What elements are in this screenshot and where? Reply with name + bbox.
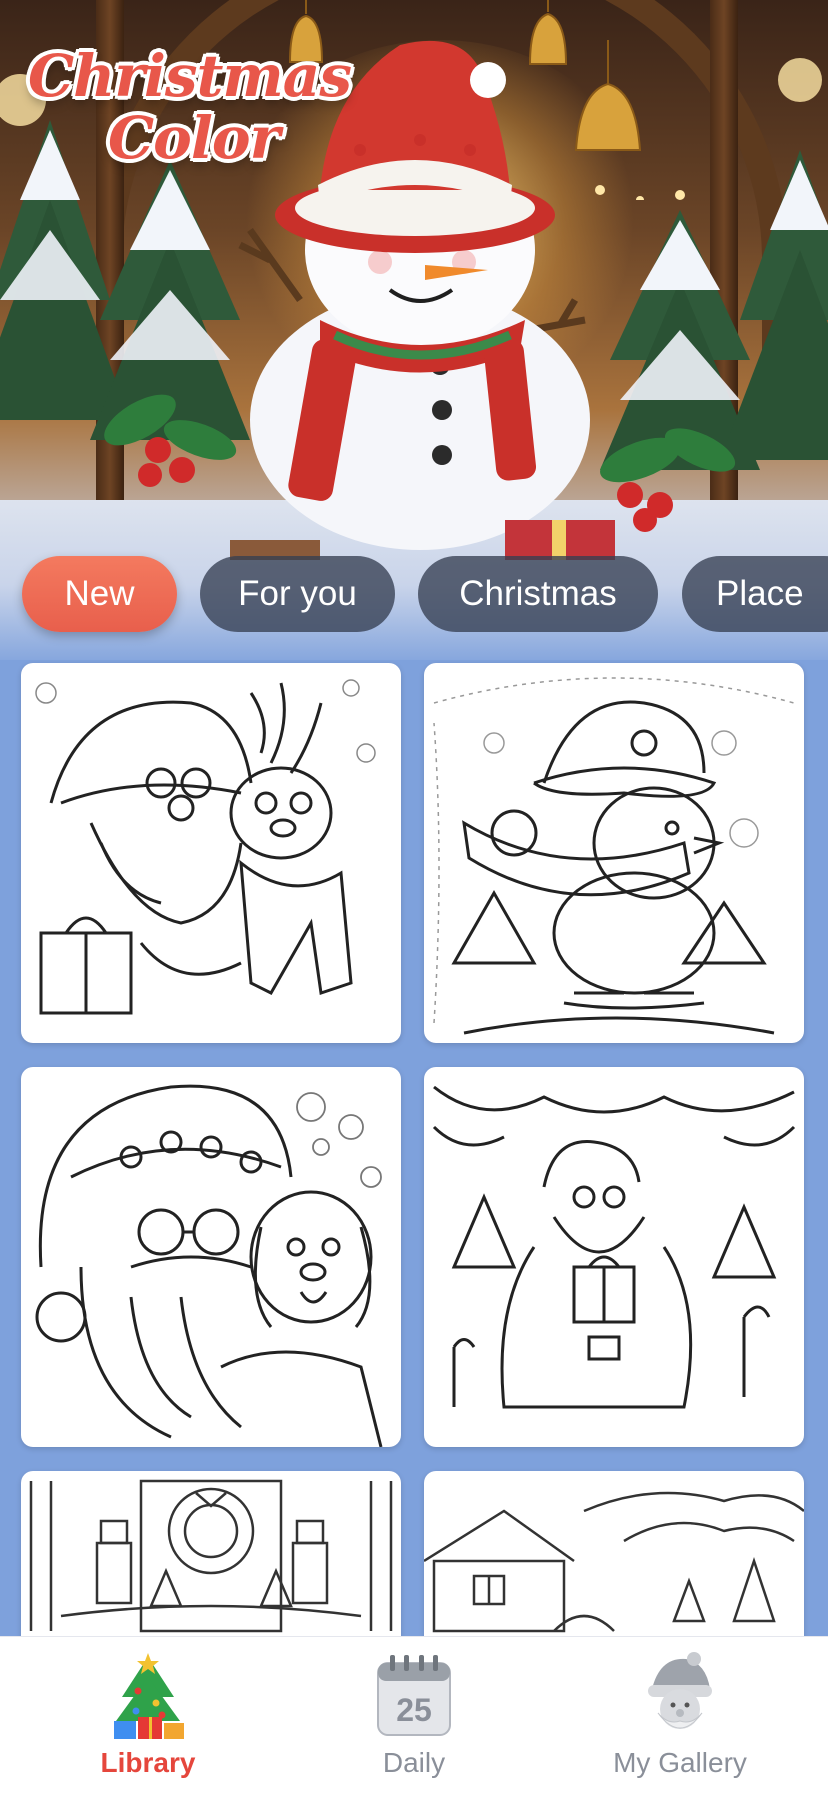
logo-text-line2: Color	[108, 104, 280, 172]
penguin-line-art	[433, 677, 795, 1035]
coloring-card-santa-puppy[interactable]	[21, 1067, 401, 1447]
app-logo: Christmas Color	[28, 42, 352, 182]
tab-new[interactable]: New	[22, 556, 177, 632]
coloring-card-snowy-cabin[interactable]	[424, 1471, 804, 1636]
nutcrackers-line-art	[29, 1479, 393, 1633]
coloring-page-grid	[0, 660, 828, 1636]
snowy-cabin-line-art	[424, 1491, 804, 1633]
nav-daily[interactable]: 25 Daily	[276, 1637, 552, 1796]
coloring-card-penguin[interactable]	[424, 663, 804, 1043]
nav-library[interactable]: Library	[10, 1637, 286, 1796]
santa-icon	[648, 1652, 712, 1729]
christmas-tree-icon	[114, 1653, 184, 1739]
tab-christmas[interactable]: Christmas	[418, 556, 658, 632]
coloring-card-santa-gift[interactable]	[424, 1067, 804, 1447]
tab-label: For you	[238, 574, 357, 613]
nav-my-gallery[interactable]: My Gallery	[542, 1637, 818, 1796]
tab-label: Christmas	[459, 574, 617, 613]
coloring-card-nutcrackers[interactable]	[21, 1471, 401, 1636]
nav-label: My Gallery	[613, 1747, 747, 1778]
calendar-icon: 25	[377, 1655, 451, 1736]
calendar-day: 25	[396, 1692, 432, 1728]
tab-place[interactable]: Place	[682, 556, 828, 632]
bottom-navigation: Library 25 Daily My Gallery	[0, 1636, 828, 1796]
logo-text-line1: Christmas	[28, 42, 352, 110]
category-tabs: New For you Christmas Place	[0, 556, 828, 636]
santa-gift-line-art	[432, 1085, 796, 1409]
tab-for-you[interactable]: For you	[200, 556, 395, 632]
tab-label: Place	[716, 574, 804, 613]
tab-label: New	[64, 574, 135, 613]
coloring-card-santa-reindeer[interactable]	[21, 663, 401, 1043]
santa-puppy-line-art	[35, 1084, 383, 1447]
nav-label: Library	[100, 1747, 196, 1778]
nav-label: Daily	[382, 1747, 446, 1778]
santa-reindeer-line-art	[35, 679, 376, 1015]
